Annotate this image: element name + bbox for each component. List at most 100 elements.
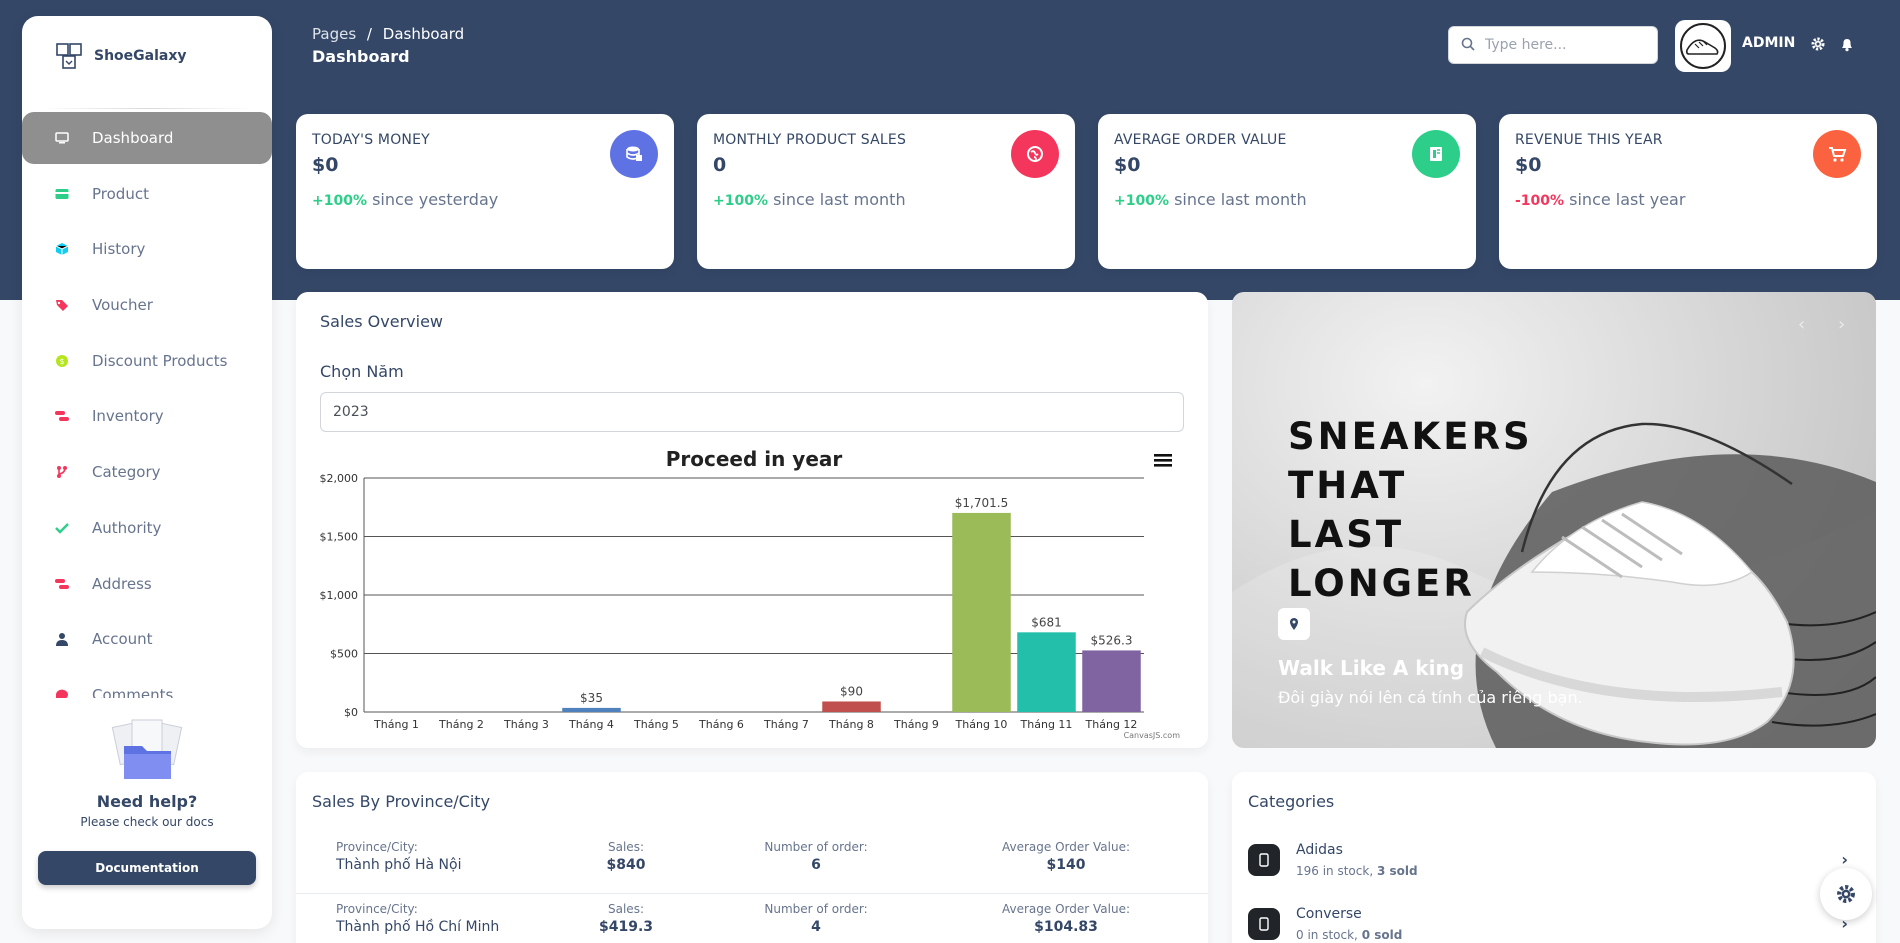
- chart-title: Proceed in year: [666, 447, 843, 471]
- card-icon: [54, 186, 70, 202]
- y-tick-label: $500: [330, 648, 358, 661]
- x-tick-label: Tháng 4: [568, 718, 614, 731]
- sidebar-item-label: Discount Products: [92, 351, 228, 370]
- sidebar-item-dashboard[interactable]: Dashboard: [22, 112, 272, 164]
- help-card: Need help? Please check our docs Documen…: [22, 716, 272, 885]
- x-tick-label: Tháng 11: [1020, 718, 1073, 731]
- orders-value: 4: [811, 919, 821, 935]
- stock-count: 0 in stock,: [1296, 928, 1362, 942]
- sidebar-item-category[interactable]: Category: [22, 446, 272, 498]
- bar: [952, 512, 1011, 712]
- bar: [822, 701, 881, 712]
- sidebar-item-discount-products[interactable]: $ Discount Products: [22, 335, 272, 387]
- bar: [562, 707, 621, 712]
- sidebar-item-address[interactable]: Address: [22, 558, 272, 610]
- stat-percent: +100%: [713, 193, 768, 209]
- sales-value: $840: [606, 857, 646, 873]
- x-tick-label: Tháng 6: [698, 718, 744, 731]
- stat-change: +100% since last month: [1114, 190, 1307, 209]
- avg-cell: Average Order Value: $104.83: [976, 902, 1156, 935]
- carousel-prev-button[interactable]: ‹: [1798, 314, 1805, 335]
- y-tick-label: $2,000: [320, 472, 359, 485]
- avg-cell: Average Order Value: $140: [976, 840, 1156, 873]
- search-box[interactable]: [1448, 26, 1658, 64]
- x-tick-label: Tháng 8: [828, 718, 874, 731]
- carousel-next-button[interactable]: ›: [1838, 314, 1845, 335]
- sidebar-divider: [40, 108, 254, 109]
- sidebar-item-label: Authority: [92, 518, 162, 537]
- coin-icon: $: [54, 353, 70, 369]
- data-label: $90: [840, 684, 863, 698]
- orders-value: 6: [811, 857, 821, 873]
- categories-title: Categories: [1248, 792, 1335, 811]
- comment-icon: [54, 687, 70, 698]
- sales-cell: Sales: $840: [596, 840, 656, 873]
- y-tick-label: $1,000: [320, 589, 359, 602]
- stat-value: 0: [713, 154, 727, 176]
- page-title: Dashboard: [312, 47, 410, 66]
- city-value: Thành phố Hồ Chí Minh: [336, 919, 500, 935]
- stat-change: +100% since last month: [713, 190, 906, 209]
- sidebar-item-product[interactable]: Product: [22, 168, 272, 220]
- pills-icon: [54, 576, 70, 592]
- bell-icon[interactable]: [1839, 36, 1855, 52]
- sidebar-item-label: Address: [92, 574, 152, 593]
- brand[interactable]: ShoeGalaxy: [22, 16, 272, 96]
- list-item[interactable]: Converse 0 in stock, 0 sold ›: [1248, 904, 1848, 943]
- gear-icon[interactable]: [1810, 36, 1826, 52]
- sidebar-item-label: History: [92, 240, 146, 259]
- documentation-button[interactable]: Documentation: [38, 851, 256, 885]
- document-icon: [1412, 130, 1460, 178]
- list-item[interactable]: Adidas 196 in stock, 3 sold ›: [1248, 840, 1848, 890]
- chart-credit: CanvasJS.com: [1124, 731, 1181, 740]
- category-stock: 196 in stock, 3 sold: [1296, 864, 1418, 878]
- sidebar-item-authority[interactable]: Authority: [22, 502, 272, 554]
- category-stock: 0 in stock, 0 sold: [1296, 928, 1402, 942]
- stat-change: -100% since last year: [1515, 190, 1685, 209]
- table-row: Province/City: Thành phố Hà Nội Sales: $84…: [296, 832, 1208, 892]
- sidebar-item-inventory[interactable]: Inventory: [22, 390, 272, 442]
- x-tick-label: Tháng 12: [1085, 718, 1138, 731]
- branch-icon: [54, 464, 70, 480]
- stat-since: since last month: [1168, 190, 1307, 209]
- pin-icon: [1278, 608, 1310, 640]
- search-input[interactable]: [1485, 37, 1635, 53]
- sidebar-item-comments[interactable]: Comments: [22, 669, 272, 698]
- sidebar-item-history[interactable]: History: [22, 223, 272, 275]
- headline-line: LAST: [1288, 513, 1405, 556]
- avatar[interactable]: [1675, 20, 1731, 72]
- sidebar-item-label: Comments: [92, 685, 174, 698]
- shoe-logo-icon: [1680, 23, 1726, 69]
- stat-value: $0: [1515, 154, 1542, 176]
- city-cell: Province/City: Thành phố Hồ Chí Minh: [336, 902, 499, 935]
- x-tick-label: Tháng 3: [503, 718, 549, 731]
- breadcrumb: Pages / Dashboard: [312, 25, 464, 43]
- orders-cell: Number of order: 4: [736, 902, 896, 935]
- monitor-icon: [54, 130, 70, 146]
- x-tick-label: Tháng 9: [893, 718, 939, 731]
- chart-menu-icon[interactable]: [1154, 452, 1172, 472]
- folder-illustration-icon: [102, 716, 192, 786]
- breadcrumb-root[interactable]: Pages: [312, 25, 356, 43]
- data-label: $681: [1031, 615, 1062, 629]
- sidebar-item-voucher[interactable]: Voucher: [22, 279, 272, 331]
- sidebar: ShoeGalaxy Dashboard Product History Vouche…: [22, 16, 272, 929]
- sidebar-item-label: Category: [92, 463, 161, 482]
- banner-headline: SNEAKERS THAT LAST LONGER: [1288, 412, 1533, 608]
- stat-card: TODAY'S MONEY $0 +100% since yesterday: [296, 114, 674, 269]
- province-title: Sales By Province/City: [312, 792, 491, 811]
- sidebar-item-account[interactable]: Account: [22, 613, 272, 665]
- avg-value: $104.83: [1034, 919, 1098, 935]
- sold-count: 0 sold: [1361, 928, 1403, 942]
- x-tick-label: Tháng 7: [763, 718, 809, 731]
- y-tick-label: $1,500: [320, 531, 359, 544]
- sidebar-item-label: Account: [92, 630, 153, 649]
- promo-carousel[interactable]: SNEAKERS THAT LAST LONGER Walk Like A ki…: [1232, 292, 1876, 748]
- tag-icon: [54, 297, 70, 313]
- sales-overview-title: Sales Overview: [320, 312, 443, 331]
- user-label[interactable]: ADMIN: [1742, 35, 1795, 51]
- stat-title: MONTHLY PRODUCT SALES: [713, 132, 907, 148]
- settings-fab-button[interactable]: [1820, 868, 1872, 920]
- year-select[interactable]: 2023: [320, 392, 1184, 432]
- chevron-right-icon[interactable]: ›: [1841, 850, 1848, 869]
